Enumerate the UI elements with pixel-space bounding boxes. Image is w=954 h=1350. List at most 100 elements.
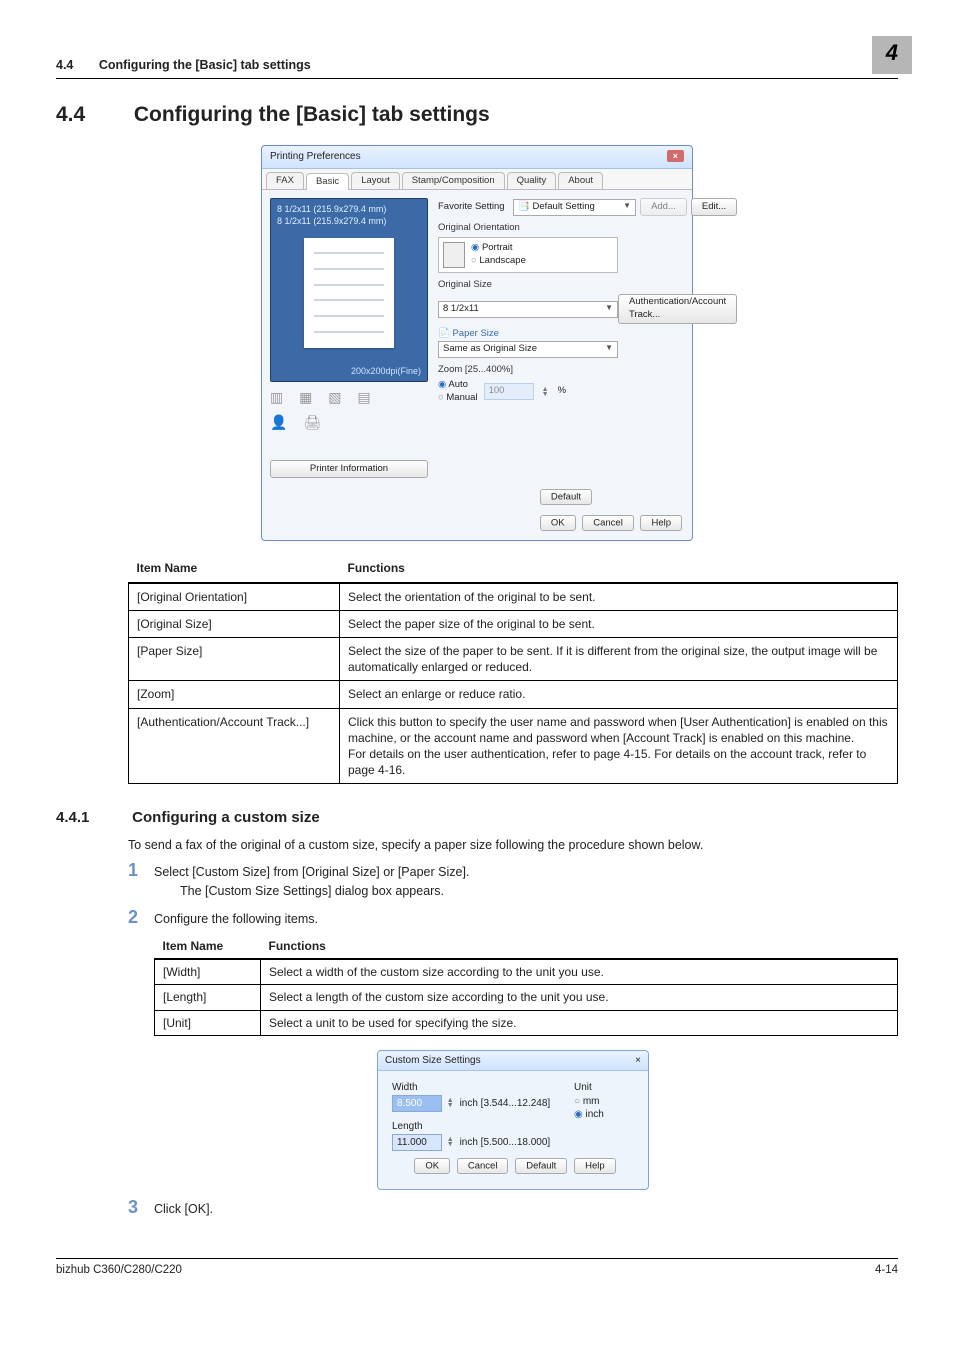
- dialog-title: Printing Preferences: [270, 151, 361, 162]
- printing-preferences-dialog: Printing Preferences × FAX Basic Layout …: [261, 145, 693, 541]
- ok-button[interactable]: OK: [414, 1158, 450, 1174]
- table-row: [Width]Select a width of the custom size…: [155, 959, 898, 985]
- add-button[interactable]: Add...: [640, 198, 687, 216]
- running-header: 4.4 Configuring the [Basic] tab settings…: [56, 36, 898, 79]
- subsection-heading: 4.4.1 Configuring a custom size: [56, 808, 898, 828]
- running-header-left: 4.4 Configuring the [Basic] tab settings: [56, 57, 311, 74]
- table-row: [Authentication/Account Track...]Click t…: [129, 708, 898, 784]
- length-range: inch [5.500...18.000]: [460, 1137, 551, 1148]
- section-heading-title: Configuring the [Basic] tab settings: [134, 103, 490, 126]
- spinner-icon[interactable]: ▲▼: [447, 1098, 457, 1108]
- paper-size-select[interactable]: Same as Original Size▼: [438, 341, 618, 358]
- chevron-down-icon: ▼: [605, 303, 613, 316]
- step-2-text: Configure the following items.: [154, 908, 898, 928]
- help-button[interactable]: Help: [574, 1158, 616, 1174]
- preview-size-2: 8 1/2x11 (215.9x279.4 mm): [277, 215, 421, 227]
- width-input[interactable]: 8.500: [392, 1095, 442, 1113]
- help-button[interactable]: Help: [640, 515, 682, 531]
- zoom-percent-label: %: [558, 385, 566, 398]
- step-2: 2 Configure the following items.: [128, 908, 898, 928]
- section-heading-number: 4.4: [56, 101, 128, 129]
- zoom-value-input[interactable]: 100: [484, 383, 534, 400]
- tab-quality[interactable]: Quality: [507, 172, 557, 190]
- table-row: [Zoom]Select an enlarge or reduce ratio.: [129, 681, 898, 708]
- unit-mm-radio[interactable]: [574, 1096, 583, 1107]
- preview-sheet-icon: [304, 238, 394, 348]
- chevron-down-icon: ▼: [623, 201, 631, 214]
- header-section-number: 4.4: [56, 58, 73, 72]
- authentication-account-track-button[interactable]: Authentication/Account Track...: [618, 294, 737, 325]
- original-size-select[interactable]: 8 1/2x11▼: [438, 301, 618, 318]
- length-label: Length: [392, 1120, 574, 1134]
- section-heading: 4.4 Configuring the [Basic] tab settings: [56, 101, 898, 129]
- tab-basic[interactable]: Basic: [306, 173, 349, 191]
- step-3-text: Click [OK].: [154, 1198, 898, 1218]
- tab-fax[interactable]: FAX: [266, 172, 304, 190]
- tab-layout[interactable]: Layout: [351, 172, 400, 190]
- default-button[interactable]: Default: [515, 1158, 567, 1174]
- width-range: inch [3.544...12.248]: [460, 1098, 551, 1109]
- page-orientation-icon: [443, 242, 465, 268]
- step-3: 3 Click [OK].: [128, 1198, 898, 1218]
- table-row: [Paper Size]Select the size of the paper…: [129, 637, 898, 680]
- length-input[interactable]: 11.000: [392, 1134, 442, 1152]
- subsection-intro: To send a fax of the original of a custo…: [128, 837, 898, 854]
- zoom-label: Zoom [25...400%]: [438, 364, 737, 377]
- close-icon[interactable]: ×: [635, 1054, 641, 1068]
- close-icon[interactable]: ×: [667, 150, 684, 162]
- custom-size-settings-dialog: Custom Size Settings × Width 8.500 ▲▼ in…: [377, 1050, 649, 1190]
- width-label: Width: [392, 1081, 574, 1095]
- preview-icon-row: ▥ ▦ ▧ ▤: [270, 388, 428, 407]
- favorite-setting-label: Favorite Setting: [438, 201, 513, 214]
- chevron-down-icon: ▼: [605, 343, 613, 356]
- original-orientation-label: Original Orientation: [438, 222, 737, 235]
- table-header-functions: Functions: [261, 934, 898, 959]
- custom-size-items-table: Item Name Functions [Width]Select a widt…: [154, 934, 898, 1036]
- preview-pane: 8 1/2x11 (215.9x279.4 mm) 8 1/2x11 (215.…: [270, 198, 428, 478]
- footer-page-number: 4-14: [875, 1263, 898, 1279]
- subsection-heading-number: 4.4.1: [56, 808, 128, 828]
- cancel-button[interactable]: Cancel: [457, 1158, 509, 1174]
- paper-size-label: 📄 Paper Size: [438, 328, 737, 341]
- header-section-title: Configuring the [Basic] tab settings: [99, 58, 311, 72]
- spinner-icon[interactable]: ▲▼: [447, 1137, 457, 1147]
- default-button[interactable]: Default: [540, 489, 592, 505]
- dialog-title: Custom Size Settings: [385, 1055, 481, 1066]
- table-header-item: Item Name: [155, 934, 261, 959]
- printer-information-button[interactable]: Printer Information: [270, 460, 428, 478]
- zoom-auto-radio[interactable]: [438, 379, 448, 390]
- table-header-item: Item Name: [129, 555, 340, 582]
- footer-model: bizhub C360/C280/C220: [56, 1263, 182, 1279]
- portrait-radio[interactable]: [471, 242, 482, 253]
- table-row: [Length]Select a length of the custom si…: [155, 985, 898, 1010]
- table-row: [Unit]Select a unit to be used for speci…: [155, 1010, 898, 1035]
- step-1: 1 Select [Custom Size] from [Original Si…: [128, 861, 898, 900]
- cancel-button[interactable]: Cancel: [582, 515, 634, 531]
- tab-about[interactable]: About: [558, 172, 603, 190]
- favorite-setting-select[interactable]: 📑 Default Setting ▼: [513, 199, 636, 216]
- tab-stamp[interactable]: Stamp/Composition: [402, 172, 505, 190]
- unit-inch-radio[interactable]: [574, 1109, 586, 1120]
- spinner-icon[interactable]: ▲▼: [542, 387, 552, 397]
- tab-strip: FAX Basic Layout Stamp/Composition Quali…: [262, 169, 692, 191]
- step-number: 2: [128, 908, 154, 928]
- table-row: [Original Orientation]Select the orienta…: [129, 583, 898, 611]
- unit-label: Unit: [574, 1081, 634, 1095]
- step-1-text: Select [Custom Size] from [Original Size…: [154, 864, 898, 881]
- dialog-titlebar: Printing Preferences ×: [262, 146, 692, 169]
- preview-size-1: 8 1/2x11 (215.9x279.4 mm): [277, 203, 421, 215]
- settings-pane: Favorite Setting 📑 Default Setting ▼ Add…: [428, 198, 737, 478]
- page-footer: bizhub C360/C280/C220 4-14: [56, 1258, 898, 1279]
- step-number: 3: [128, 1198, 154, 1218]
- step-1-result: The [Custom Size Settings] dialog box ap…: [180, 883, 898, 900]
- original-size-label: Original Size: [438, 279, 737, 292]
- table-header-functions: Functions: [340, 555, 898, 582]
- edit-button[interactable]: Edit...: [691, 198, 737, 216]
- subsection-heading-title: Configuring a custom size: [132, 809, 320, 826]
- preview-dpi: 200x200dpi(Fine): [351, 365, 421, 377]
- preview-icon-row2: 👤 🖨: [270, 413, 428, 432]
- basic-tab-items-table: Item Name Functions [Original Orientatio…: [128, 555, 898, 784]
- chapter-number-badge: 4: [872, 36, 912, 74]
- ok-button[interactable]: OK: [540, 515, 576, 531]
- orientation-group: Portrait Landscape: [438, 237, 618, 273]
